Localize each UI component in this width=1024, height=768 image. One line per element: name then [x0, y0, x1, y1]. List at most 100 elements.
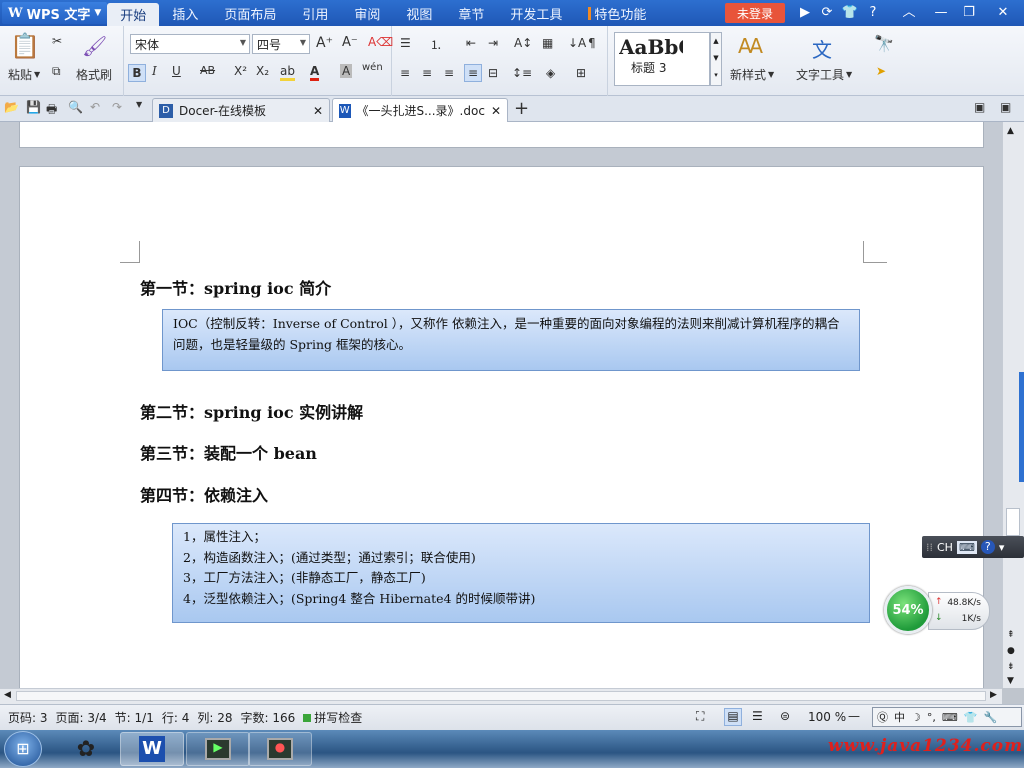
next-page-icon[interactable]: ⇟	[1007, 662, 1015, 672]
heading-section-4[interactable]: 第四节：依赖注入	[140, 482, 268, 506]
refresh-icon[interactable]: ⟳	[818, 4, 836, 22]
vertical-scrollbar[interactable]: ▲ ⇞ ● ⇟ ▼	[1002, 122, 1024, 688]
quick-access-dropdown-icon[interactable]: ▼	[136, 100, 142, 109]
scroll-down-icon[interactable]: ▼	[1007, 676, 1014, 686]
new-style-button[interactable]: 新样式 ▼	[730, 66, 774, 83]
grow-font-icon[interactable]: A⁺	[316, 35, 333, 51]
status-page-number[interactable]: 页码: 3	[4, 709, 52, 726]
collapse-ribbon-icon[interactable]: ︿	[900, 4, 918, 22]
italic-button[interactable]: I	[152, 64, 157, 78]
style-gallery-scroll[interactable]: ▲ ▼ ▾	[710, 32, 722, 86]
text-box-injection-list[interactable]: 1，属性注入； 2，构造函数注入；(通过类型；通过索引；联合使用) 3，工厂方法…	[172, 523, 870, 623]
menu-tab-view[interactable]: 视图	[393, 0, 445, 26]
web-view-icon[interactable]: ⊜	[780, 709, 790, 723]
status-section[interactable]: 节: 1/1	[111, 709, 158, 726]
zoom-out-icon[interactable]: —	[848, 709, 860, 723]
format-painter-icon[interactable]: 🖌	[82, 34, 107, 58]
start-button[interactable]: ⊞	[4, 731, 42, 767]
tab-menu-icon[interactable]: ▣	[974, 100, 985, 114]
style-gallery[interactable]: AaBbC 标题 3	[614, 32, 710, 86]
zoom-level[interactable]: 100 %	[808, 710, 846, 724]
status-page[interactable]: 页面: 3/4	[52, 709, 111, 726]
punctuation-icon[interactable]: °,	[927, 711, 936, 724]
scrollbar-thumb[interactable]	[1006, 508, 1020, 536]
play-icon[interactable]: ▶	[796, 4, 814, 22]
subscript-button[interactable]: X₂	[256, 64, 269, 78]
ime-toolbar[interactable]: ⁞⁞ CH ⌨ ? ▾	[922, 536, 1024, 558]
document-canvas[interactable]: 第一节：spring ioc 简介 IOC（控制反转：Inverse of Co…	[0, 122, 1002, 688]
tab-close-all-icon[interactable]: ▣	[1000, 100, 1011, 114]
prev-page-icon[interactable]: ⇞	[1007, 630, 1015, 640]
char-shading-icon[interactable]: A	[340, 64, 353, 78]
menu-tab-references[interactable]: 引用	[289, 0, 341, 26]
numbered-list-icon[interactable]: ⒈	[430, 36, 442, 53]
table-icon[interactable]: ▦	[542, 36, 553, 50]
keyboard-icon[interactable]: ⌨	[956, 540, 977, 554]
login-button[interactable]: 未登录	[725, 3, 785, 23]
ime-language[interactable]: CH	[937, 541, 953, 554]
soft-keyboard-icon[interactable]: ⌨	[942, 711, 958, 724]
paste-label-button[interactable]: 粘贴 ▼	[8, 66, 40, 83]
cut-icon[interactable]: ✂	[52, 34, 62, 48]
borders-icon[interactable]: ⊞	[576, 66, 586, 80]
scroll-right-icon[interactable]: ▶	[990, 690, 997, 700]
close-icon[interactable]: ✕	[994, 4, 1012, 22]
taskbar-app-wps[interactable]: W	[120, 732, 184, 766]
chinese-mode-icon[interactable]: 中	[894, 709, 905, 725]
app-menu-button[interactable]: W WPS 文字 ▼	[2, 2, 108, 24]
shrink-font-icon[interactable]: A⁻	[342, 35, 358, 50]
print-icon[interactable]: 🖶	[46, 100, 57, 121]
horizontal-scrollbar[interactable]: ◀ ▶	[0, 688, 1002, 704]
close-icon[interactable]: ✕	[313, 104, 323, 118]
find-icon[interactable]: 🔭	[874, 34, 894, 53]
taskbar-app-recorder-2[interactable]: ●	[248, 732, 312, 766]
half-width-icon[interactable]: ☽	[911, 711, 921, 724]
shirt-skin-icon[interactable]: 👕	[841, 4, 859, 22]
status-word-count[interactable]: 字数: 166	[236, 709, 299, 726]
new-style-icon[interactable]: Ꜳ	[738, 34, 763, 58]
help-icon[interactable]: ?	[980, 540, 995, 554]
menu-tab-review[interactable]: 审阅	[341, 0, 393, 26]
align-right-icon[interactable]: ≡	[444, 66, 454, 80]
hscroll-thumb[interactable]	[16, 691, 986, 701]
phonetic-guide-icon[interactable]: wén	[362, 62, 383, 73]
sort-icon[interactable]: ↓A	[568, 36, 586, 50]
current-page[interactable]: 第一节：spring ioc 简介 IOC（控制反转：Inverse of Co…	[19, 166, 984, 688]
scroll-left-icon[interactable]: ◀	[4, 690, 11, 700]
align-center-icon[interactable]: ≡	[422, 66, 432, 80]
justify-icon[interactable]: ≡	[464, 64, 482, 82]
tab-document[interactable]: W 《一头扎进S...录》.doc ✕	[332, 98, 508, 122]
heading-section-1[interactable]: 第一节：spring ioc 简介	[140, 275, 331, 299]
select-icon[interactable]: ➤	[876, 64, 886, 78]
status-col[interactable]: 列: 28	[193, 709, 236, 726]
menu-tab-developer[interactable]: 开发工具	[497, 0, 575, 26]
skin-icon[interactable]: 👕	[964, 711, 978, 724]
outline-view-icon[interactable]: ☰	[752, 709, 763, 723]
paste-button[interactable]: 📋	[8, 32, 42, 60]
align-left-icon[interactable]: ≡	[400, 66, 410, 80]
underline-button[interactable]: U	[172, 64, 181, 78]
close-icon[interactable]: ✕	[491, 104, 501, 118]
network-monitor-widget[interactable]: ↑ 48.8K/s ↓ 1K/s 54%	[884, 586, 990, 636]
text-tools-icon[interactable]: 文	[812, 34, 832, 63]
menu-tab-features[interactable]: 特色功能	[575, 0, 659, 26]
clear-format-icon[interactable]: A⌫	[368, 35, 393, 49]
copy-icon[interactable]: ⧉	[52, 64, 61, 79]
side-panel-handle[interactable]	[1019, 372, 1024, 482]
spell-check-toggle[interactable]: 拼写检查	[299, 709, 366, 726]
highlight-icon[interactable]: ab	[280, 64, 295, 81]
superscript-button[interactable]: X²	[234, 64, 247, 78]
menu-tab-section[interactable]: 章节	[445, 0, 497, 26]
minimize-icon[interactable]: —	[932, 4, 950, 22]
line-spacing-icon[interactable]: ↕≡	[512, 66, 532, 80]
new-tab-icon[interactable]: +	[514, 98, 529, 119]
bold-button[interactable]: B	[128, 64, 146, 82]
strikethrough-button[interactable]: AB	[200, 64, 215, 77]
font-color-icon[interactable]: A	[310, 64, 320, 81]
menu-tab-insert[interactable]: 插入	[159, 0, 211, 26]
ime-status-bar[interactable]: Ⓠ 中 ☽ °, ⌨ 👕 🔧	[872, 707, 1022, 727]
format-painter-button[interactable]: 格式刷	[76, 66, 112, 83]
redo-icon[interactable]: ↷	[112, 100, 122, 114]
save-icon[interactable]: 💾	[26, 100, 41, 114]
options-icon[interactable]: ▾	[999, 541, 1005, 554]
